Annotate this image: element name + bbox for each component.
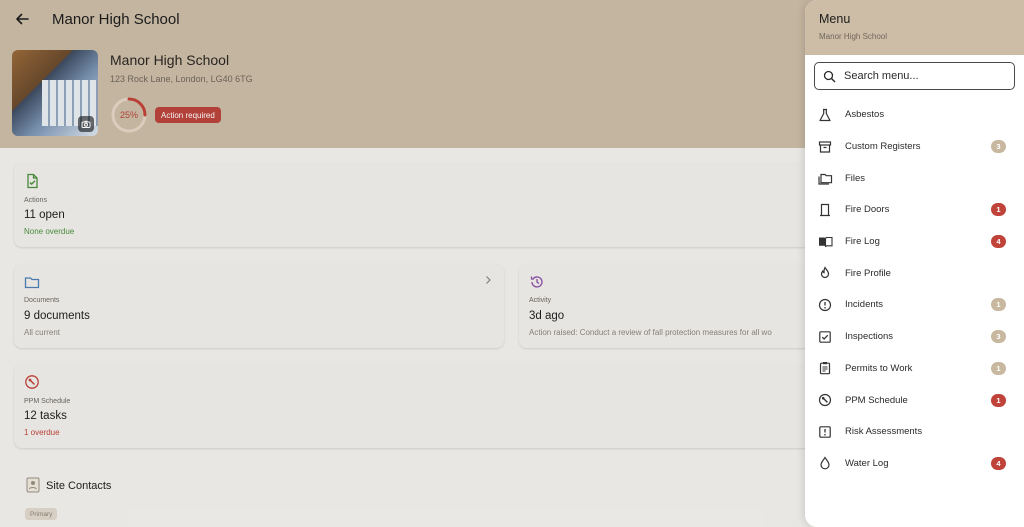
menu-drawer: Menu Manor High School Asbestos Custom Re… (805, 0, 1024, 527)
menu-item-asbestos[interactable]: Asbestos (805, 99, 1024, 131)
menu-item-label: Fire Profile (845, 267, 891, 279)
drawer-title: Menu (819, 12, 851, 26)
count-badge: 3 (991, 140, 1006, 154)
menu-item-incidents[interactable]: Incidents 1 (805, 289, 1024, 321)
count-badge: 1 (991, 393, 1006, 407)
droplet-icon (817, 455, 833, 471)
menu-item-label: Asbestos (845, 109, 885, 121)
flame-icon (817, 265, 833, 281)
menu-item-label: Files (845, 172, 866, 184)
wrench-circle-icon (817, 392, 833, 408)
menu-item-files[interactable]: Files (805, 162, 1024, 194)
menu-list: Asbestos Custom Registers 3 Files Fire Doors… (805, 99, 1024, 479)
menu-item-risk-assessments[interactable]: Risk Assessments (805, 416, 1024, 448)
menu-item-label: Inspections (845, 331, 894, 343)
menu-item-inspections[interactable]: Inspections 3 (805, 321, 1024, 353)
search-icon (823, 70, 836, 82)
door-icon (817, 202, 833, 218)
flask-icon (817, 107, 833, 123)
menu-item-permits-to-work[interactable]: Permits to Work 1 (805, 353, 1024, 385)
menu-item-label: Permits to Work (845, 362, 913, 374)
clipboard-icon (817, 360, 833, 376)
archive-box-icon (817, 139, 833, 155)
menu-item-custom-registers[interactable]: Custom Registers 3 (805, 131, 1024, 163)
drawer-subtitle: Manor High School (819, 32, 888, 41)
menu-item-label: Risk Assessments (845, 426, 923, 438)
menu-item-fire-profile[interactable]: Fire Profile (805, 257, 1024, 289)
menu-item-label: Custom Registers (845, 141, 921, 153)
menu-item-label: Fire Log (845, 236, 880, 248)
menu-item-label: PPM Schedule (845, 394, 908, 406)
count-badge: 3 (991, 330, 1006, 344)
count-badge: 1 (991, 361, 1006, 375)
count-badge: 1 (991, 298, 1006, 312)
menu-item-fire-log[interactable]: Fire Log 4 (805, 226, 1024, 258)
book-icon (817, 234, 833, 250)
alert-square-icon (817, 424, 833, 440)
menu-item-label: Incidents (845, 299, 884, 311)
count-badge: 1 (991, 203, 1006, 217)
menu-item-water-log[interactable]: Water Log 4 (805, 448, 1024, 480)
menu-item-label: Water Log (845, 457, 889, 469)
folders-icon (817, 170, 833, 186)
drawer-header: Menu Manor High School (805, 0, 1024, 55)
count-badge: 4 (991, 456, 1006, 470)
search-box (814, 62, 1015, 90)
alert-circle-icon (817, 297, 833, 313)
menu-item-fire-doors[interactable]: Fire Doors 1 (805, 194, 1024, 226)
checkbox-icon (817, 329, 833, 345)
search-input[interactable] (844, 70, 1004, 82)
count-badge: 4 (991, 235, 1006, 249)
menu-item-label: Fire Doors (845, 204, 890, 216)
menu-item-ppm-schedule[interactable]: PPM Schedule 1 (805, 384, 1024, 416)
